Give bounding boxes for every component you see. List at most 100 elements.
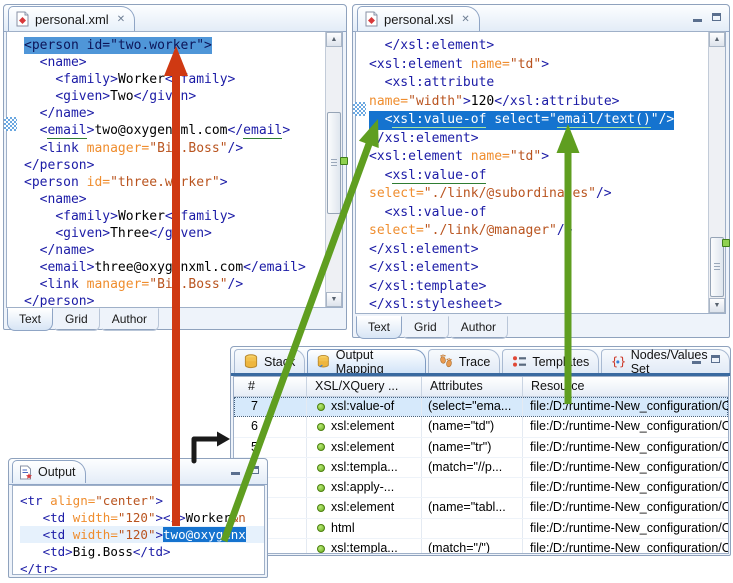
row-attributes (422, 478, 523, 497)
tab-text[interactable]: Text (356, 316, 402, 339)
code-line: <given>Three</given> (24, 225, 306, 242)
row-instruction: xsl:element (307, 498, 422, 517)
status-dot-icon (317, 484, 325, 492)
tab-label: Output Mapping (336, 348, 416, 376)
code-line: <xsl:value-of (369, 167, 674, 186)
row-instruction: xsl:value-of (307, 397, 422, 416)
code-line: <td width="120"><i>Worker&n (20, 509, 264, 526)
output-view-icon (19, 465, 33, 480)
maximize-button[interactable] (711, 12, 723, 23)
tab-output-mapping[interactable]: Output Mapping (307, 349, 426, 373)
code-line: <xsl:attribute (369, 74, 674, 93)
row-resource: file:/D:/runtime-New_configuration/Oxyg.… (523, 539, 728, 554)
output-content-area[interactable]: <tr align="center"> <td width="120"><i>W… (12, 485, 265, 575)
table-row[interactable]: xsl:element (name="tabl...file:/D:/runtim… (234, 498, 728, 518)
tab-label: Stack (264, 355, 295, 369)
status-dot-icon (317, 443, 325, 451)
tab-grid[interactable]: Grid (53, 308, 100, 331)
output-mapping-icon (317, 354, 331, 369)
row-resource: file:/D:/runtime-New_configuration/Oxyg.… (523, 397, 728, 416)
tab-trace[interactable]: Trace (428, 349, 501, 373)
tab-author[interactable]: Author (449, 316, 508, 339)
column-header-attributes[interactable]: Attributes (422, 377, 523, 396)
tab-label: personal.xml (35, 12, 109, 27)
table-row[interactable]: 5xsl:element(name="tr")file:/D:/runtime-… (234, 438, 728, 458)
row-resource: file:/D:/runtime-New_configuration/Oxyg.… (523, 458, 728, 477)
tab-label: Templates (532, 355, 589, 369)
xsl-editor-area[interactable]: </xsl:element><xsl:element name="td"> <x… (355, 31, 726, 314)
code-line: <link manager="Big.Boss"/> (24, 140, 306, 157)
code-line: <name> (24, 54, 306, 71)
xml-file-icon (15, 11, 30, 27)
code-line: select="./link/@manager"/> (369, 222, 674, 241)
minimize-button[interactable] (692, 12, 704, 23)
code-line: <email>three@oxygenxml.com</email> (24, 259, 306, 276)
output-code[interactable]: <tr align="center"> <td width="120"><i>W… (20, 492, 264, 575)
row-resource: file:/D:/runtime-New_configuration/Oxyg.… (523, 417, 728, 436)
table-row[interactable]: 6xsl:element(name="td")file:/D:/runtime-… (234, 417, 728, 437)
instruction-label: xsl:element (331, 498, 394, 517)
code-line: <email>two@oxygenxml.com</email> (24, 122, 306, 139)
tab-templates[interactable]: Templates (502, 349, 599, 373)
status-dot-icon (317, 545, 325, 553)
status-dot-icon (317, 423, 325, 431)
code-line: <family>Worker</family> (24, 208, 306, 225)
row-resource: file:/D:/runtime-New_configuration/Oxyg.… (523, 438, 728, 457)
tab-author[interactable]: Author (100, 308, 159, 331)
scroll-down-button[interactable]: ▼ (326, 292, 342, 307)
maximize-button[interactable] (249, 465, 261, 476)
trace-icon (438, 354, 454, 369)
scroll-down-button[interactable]: ▼ (709, 298, 725, 313)
tab-stack[interactable]: Stack (234, 349, 305, 373)
tab-personal-xsl[interactable]: personal.xsl ✕ (357, 6, 480, 31)
code-line: </person> (24, 293, 306, 308)
code-line: </xsl:stylesheet> (369, 296, 674, 314)
xml-code[interactable]: <person id="two.worker"> <name> <family>… (24, 37, 306, 308)
scroll-up-button[interactable]: ▲ (709, 32, 725, 47)
row-resource: file:/D:/runtime-New_configuration/Oxyg.… (523, 519, 728, 538)
code-line: </xsl:element> (369, 37, 674, 56)
row-attributes: (name="tabl... (422, 498, 523, 517)
tab-grid[interactable]: Grid (402, 316, 449, 339)
code-line: <person id="three.worker"> (24, 174, 306, 191)
row-resource: file:/D:/runtime-New_configuration/Oxyg.… (523, 498, 728, 517)
tab-personal-xml[interactable]: personal.xml ✕ (8, 6, 135, 31)
column-header-number[interactable]: # (234, 377, 307, 396)
column-header-instruction[interactable]: XSL/XQuery ... (307, 377, 422, 396)
instruction-label: xsl:templa... (331, 458, 398, 477)
scroll-up-button[interactable]: ▲ (326, 32, 342, 47)
table-row[interactable]: html file:/D:/runtime-New_configuration/O… (234, 519, 728, 539)
xml-vertical-scrollbar[interactable]: ▲ ▼ (325, 32, 342, 307)
xsl-code[interactable]: </xsl:element><xsl:element name="td"> <x… (369, 37, 674, 314)
column-header-resource[interactable]: Resource (523, 377, 728, 396)
stack-icon (244, 354, 259, 369)
instruction-label: xsl:element (331, 417, 394, 436)
table-row[interactable]: xsl:apply-...file:/D:/runtime-New_config… (234, 478, 728, 498)
row-number: 7 (234, 397, 307, 416)
xml-editor-area[interactable]: <person id="two.worker"> <name> <family>… (6, 31, 343, 308)
row-instruction: xsl:element (307, 417, 422, 436)
code-line: </name> (24, 242, 306, 259)
table-row[interactable]: 7xsl:value-of(select="ema...file:/D:/run… (234, 397, 728, 417)
table-row[interactable]: xsl:templa...(match="/")file:/D:/runtime… (234, 539, 728, 554)
code-line: <name> (24, 191, 306, 208)
xsl-vertical-scrollbar[interactable]: ▲ ▼ (708, 32, 725, 313)
code-line: </xsl:template> (369, 278, 674, 297)
tab-text[interactable]: Text (7, 308, 53, 331)
table-row[interactable]: xsl:templa...(match="//p...file:/D:/runt… (234, 458, 728, 478)
tab-label: Output (38, 465, 76, 479)
close-icon[interactable]: ✕ (461, 14, 469, 25)
row-instruction: xsl:element (307, 438, 422, 457)
code-line: </xsl:element> (369, 130, 674, 149)
close-icon[interactable]: ✕ (117, 14, 125, 25)
minimize-button[interactable] (230, 465, 242, 476)
instruction-label: html (331, 519, 355, 538)
tab-output[interactable]: Output (12, 460, 86, 483)
code-line: </tr> (20, 560, 264, 575)
scrollbar-thumb[interactable] (327, 112, 341, 214)
output-panel: Output <tr align="center"> <td width="12… (8, 458, 268, 578)
minimize-button[interactable] (691, 354, 703, 365)
maximize-button[interactable] (710, 354, 722, 365)
code-line: <link manager="Big.Boss"/> (24, 276, 306, 293)
code-line: </person> (24, 157, 306, 174)
